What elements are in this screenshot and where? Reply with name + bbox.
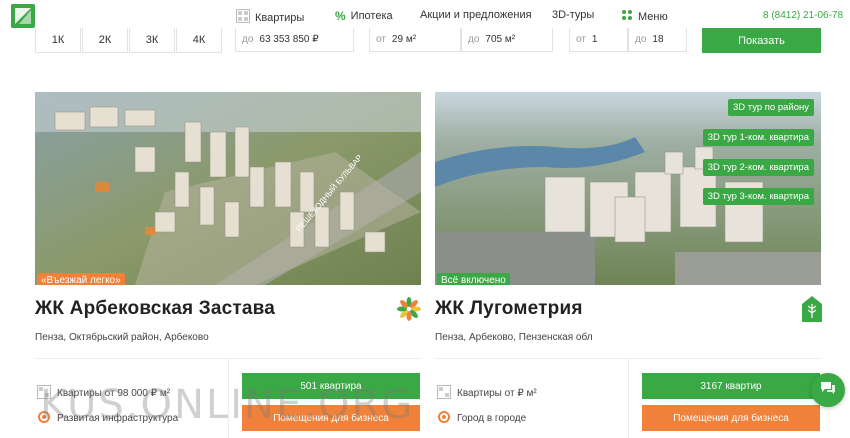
room-4k-button[interactable]: 4К — [176, 28, 222, 53]
nav-apartments[interactable]: Квартиры — [236, 9, 304, 26]
grid-icon — [236, 9, 250, 26]
area-from-prefix: от — [376, 34, 386, 45]
price-max-field[interactable]: до 63 353 850 ₽ — [235, 28, 354, 52]
floor-max-field[interactable]: до 18 — [628, 28, 687, 52]
flower-logo-icon — [396, 296, 422, 322]
percent-icon: % — [335, 9, 346, 23]
apartments-count-button[interactable]: 501 квартира — [242, 373, 420, 399]
feature-text: Квартиры от 98 000 ₽ м² — [57, 388, 171, 399]
floor-min-field[interactable]: от 1 — [569, 28, 628, 52]
chat-button[interactable] — [811, 373, 845, 407]
project-address-arbekovskaya: Пенза, Октябрьский район, Арбеково — [35, 332, 209, 343]
badge-arbekovskaya: «Въезжай легко» — [37, 273, 125, 285]
tour-district-button[interactable]: 3D тур по району — [727, 99, 814, 116]
floor-to-value: 18 — [652, 34, 664, 45]
room-3k-button[interactable]: 3К — [129, 28, 175, 53]
area-from-value: 29 м² — [391, 34, 417, 45]
nav-menu[interactable]: Меню — [621, 9, 668, 24]
room-2k-button[interactable]: 2К — [82, 28, 128, 53]
area-min-field[interactable]: от 29 м² — [369, 28, 461, 52]
nav-label: Ипотека — [350, 10, 393, 22]
tour-1room-button[interactable]: 3D тур 1-ком. квартира — [702, 129, 814, 146]
business-premises-button[interactable]: Помещения для бизнеса — [642, 405, 820, 431]
logo[interactable] — [11, 4, 35, 28]
nav-mortgage[interactable]: % Ипотека — [335, 9, 393, 23]
floor-from-prefix: от — [576, 34, 586, 45]
project-image-lugometria[interactable]: Всё включено 3D тур по району 3D тур 1-к… — [435, 92, 821, 285]
feature-text: Квартиры от ₽ м² — [457, 388, 537, 399]
room-1k-button[interactable]: 1К — [35, 28, 81, 53]
tour-2room-button[interactable]: 3D тур 2-ком. квартира — [702, 159, 814, 176]
project-image-arbekovskaya[interactable]: ПЕШЕХОДНЫЙ БУЛЬВАР «Въезжай легко» — [35, 92, 421, 285]
phone-link[interactable]: 8 (8412) 21-06-78 — [763, 10, 843, 21]
chat-icon — [819, 380, 837, 401]
grid-icon — [437, 385, 451, 402]
show-button[interactable]: Показать — [702, 28, 821, 53]
floor-from-value: 1 — [591, 34, 598, 45]
area-max-field[interactable]: до 705 м² — [461, 28, 553, 52]
nav-label: Меню — [638, 10, 668, 23]
nav-promotions[interactable]: Акции и предложения — [420, 9, 532, 21]
divider — [628, 358, 629, 438]
tour-3room-button[interactable]: 3D тур 3-ком. квартира — [702, 188, 814, 205]
floor-to-prefix: до — [635, 34, 647, 45]
feature-text: Город в городе — [457, 413, 527, 424]
project-title-lugometria[interactable]: ЖК Лугометрия — [435, 298, 583, 320]
gear-icon — [437, 410, 451, 427]
dots-icon — [621, 9, 633, 24]
grid-icon — [37, 385, 51, 402]
project-address-lugometria: Пенза, Арбеково, Пензенская обл — [435, 332, 593, 343]
price-prefix: до — [242, 34, 254, 45]
divider — [228, 358, 229, 438]
nav-label: Квартиры — [255, 11, 305, 24]
area-to-prefix: до — [468, 34, 480, 45]
feature-price-arbekovskaya: Квартиры от 98 000 ₽ м² — [37, 385, 170, 402]
area-to-value: 705 м² — [485, 34, 516, 45]
feature-infra-arbekovskaya: Развитая инфраструктура — [37, 410, 178, 427]
nav-3d-tours[interactable]: 3D-туры — [552, 9, 594, 21]
badge-lugometria: Всё включено — [437, 273, 510, 285]
nav-label: 3D-туры — [552, 9, 595, 21]
project-title-arbekovskaya[interactable]: ЖК Арбековская Застава — [35, 298, 275, 320]
gear-icon — [37, 410, 51, 427]
nav-label: Акции и предложения — [420, 9, 532, 21]
leaf-logo-icon — [802, 296, 822, 322]
price-value: 63 353 850 ₽ — [259, 34, 319, 45]
feature-text: Развитая инфраструктура — [57, 413, 179, 424]
feature-price-lugometria: Квартиры от ₽ м² — [437, 385, 537, 402]
apartments-count-button[interactable]: 3167 квартир — [642, 373, 820, 399]
business-premises-button[interactable]: Помещения для бизнеса — [242, 405, 420, 431]
feature-city-lugometria: Город в городе — [437, 410, 526, 427]
